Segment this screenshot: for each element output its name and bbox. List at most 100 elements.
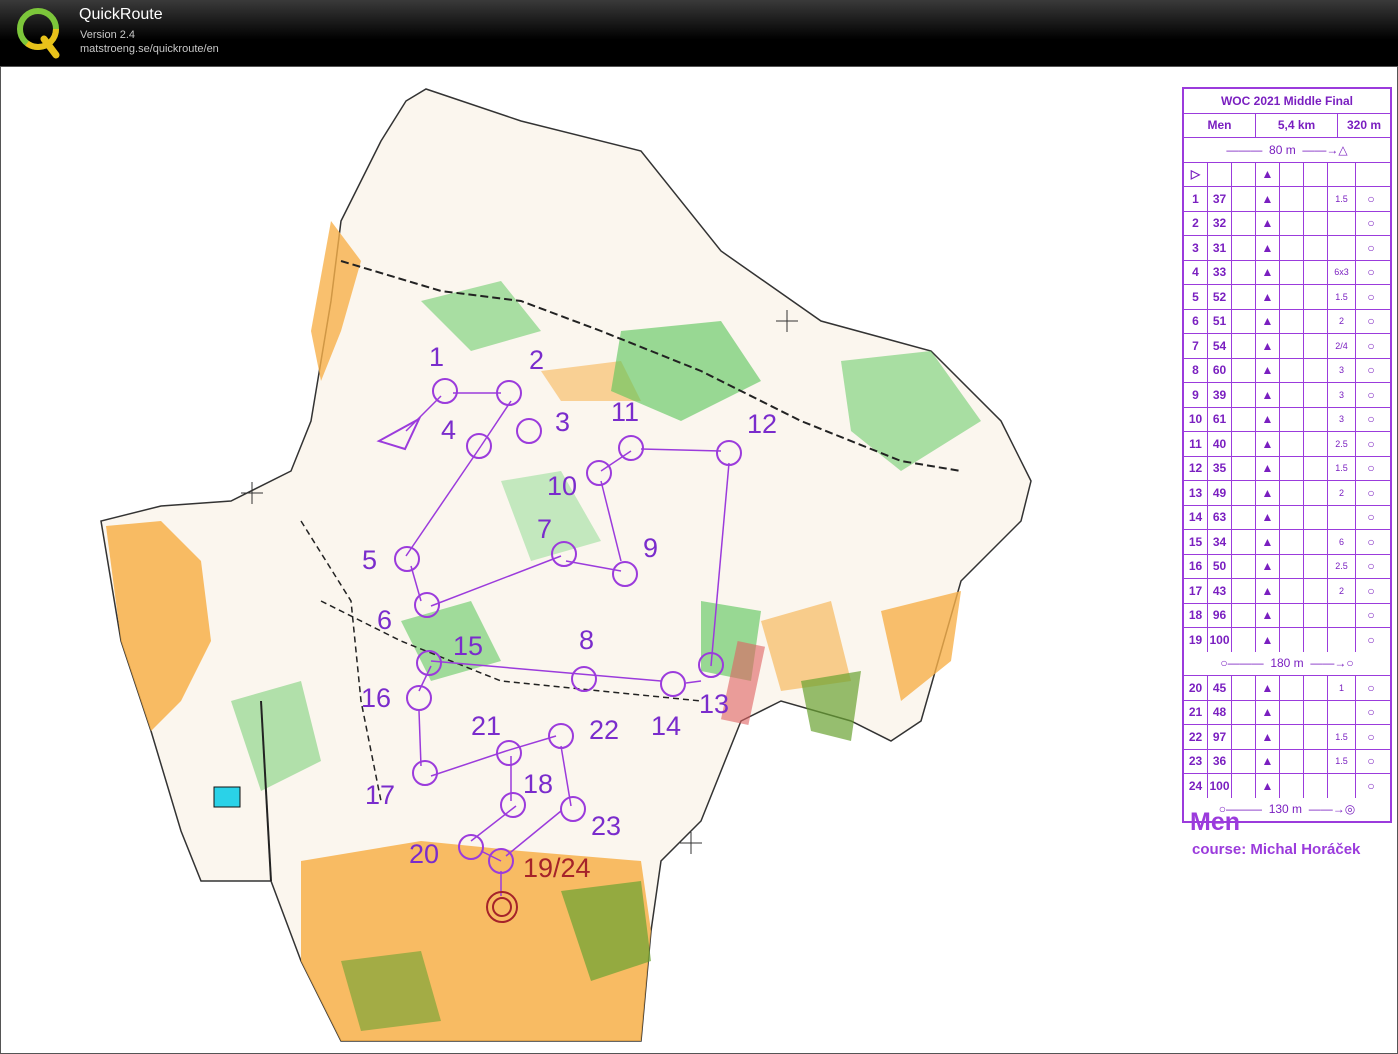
- location-icon: ○: [1367, 314, 1375, 329]
- location-icon: ○: [1367, 510, 1375, 525]
- feature-icon: ▲: [1256, 725, 1280, 749]
- control-number: 20: [409, 839, 439, 869]
- dimension: 1.5: [1328, 285, 1356, 309]
- direction-icon: [1232, 700, 1256, 724]
- location-icon: ○: [1367, 461, 1375, 476]
- direction-icon: [1232, 628, 1256, 652]
- appearance-icon: [1280, 554, 1304, 578]
- direction-icon: [1232, 383, 1256, 407]
- appearance-icon: [1280, 725, 1304, 749]
- control-row: 17 43 ▲ 2 ○: [1184, 579, 1390, 604]
- control-row: 21 48 ▲ ○: [1184, 700, 1390, 725]
- pond: [213, 786, 241, 808]
- feature-icon: ▲: [1256, 676, 1280, 700]
- circle-dash-icon: ○———: [1220, 656, 1271, 671]
- control-seq: 10: [1184, 407, 1208, 431]
- course-length: 5,4 km: [1256, 113, 1338, 137]
- feature-icon: ▲: [1256, 236, 1280, 260]
- course-setter: course: Michal Horáček: [1192, 841, 1361, 858]
- control-code: 52: [1208, 285, 1232, 309]
- feature-icon: ▲: [1256, 432, 1280, 456]
- dimension: [1328, 700, 1356, 724]
- knoll-icon: ▲: [1256, 162, 1280, 186]
- appearance-icon: [1280, 628, 1304, 652]
- dimension: [1304, 676, 1328, 700]
- feature-icon: ▲: [1256, 334, 1280, 358]
- appearance-icon: [1280, 456, 1304, 480]
- direction-icon: [1232, 456, 1256, 480]
- direction-icon: [1232, 579, 1256, 603]
- control-number: 8: [579, 625, 594, 655]
- control-code: 33: [1208, 260, 1232, 284]
- course-title: Men: [1190, 808, 1240, 836]
- control-description-sheet: WOC 2021 Middle Final Men 5,4 km 320 m —…: [1182, 87, 1392, 823]
- dimension: [1304, 725, 1328, 749]
- dimension: [1328, 236, 1356, 260]
- location-icon: ○: [1367, 632, 1375, 647]
- location-icon: ○: [1367, 240, 1375, 255]
- direction-icon: [1232, 725, 1256, 749]
- control-row: 22 97 ▲ 1.5 ○: [1184, 725, 1390, 750]
- feature-icon: ▲: [1256, 187, 1280, 211]
- appearance-icon: [1280, 505, 1304, 529]
- dimension: [1304, 749, 1328, 773]
- control-code: 43: [1208, 579, 1232, 603]
- control-row: 2 32 ▲ ○: [1184, 211, 1390, 236]
- control-number: 18: [523, 769, 553, 799]
- dimension: 1: [1328, 676, 1356, 700]
- control-number: 21: [471, 711, 501, 741]
- control-code: 54: [1208, 334, 1232, 358]
- control-number: 23: [591, 811, 621, 841]
- appearance-icon: [1280, 579, 1304, 603]
- control-seq: 13: [1184, 481, 1208, 505]
- control-number: 15: [453, 631, 483, 661]
- dimension: [1304, 211, 1328, 235]
- direction-icon: [1232, 481, 1256, 505]
- control-seq: 18: [1184, 603, 1208, 627]
- feature-icon: ▲: [1256, 211, 1280, 235]
- control-code: 34: [1208, 530, 1232, 554]
- location-icon: ○: [1367, 705, 1375, 720]
- arrow-circle-icon: ——→○: [1303, 656, 1354, 671]
- feature-icon: ▲: [1256, 554, 1280, 578]
- control-code: 61: [1208, 407, 1232, 431]
- location-icon: ○: [1367, 729, 1375, 744]
- location-icon: ○: [1367, 680, 1375, 695]
- dimension: [1304, 530, 1328, 554]
- control-number: 17: [365, 780, 395, 810]
- control-number: 7: [537, 514, 552, 544]
- dimension: 6: [1328, 530, 1356, 554]
- location-icon: ○: [1367, 436, 1375, 451]
- control-seq: 23: [1184, 749, 1208, 773]
- control-number: 6: [377, 605, 392, 635]
- control-row: 12 35 ▲ 1.5 ○: [1184, 456, 1390, 481]
- feature-icon: ▲: [1256, 456, 1280, 480]
- location-icon: ○: [1367, 363, 1375, 378]
- feature-icon: ▲: [1256, 749, 1280, 773]
- control-code: 96: [1208, 603, 1232, 627]
- control-row: 6 51 ▲ 2 ○: [1184, 309, 1390, 334]
- dimension: [1304, 700, 1328, 724]
- desc-class-row: Men 5,4 km 320 m: [1184, 113, 1390, 138]
- control-row: 1 37 ▲ 1.5 ○: [1184, 187, 1390, 212]
- feature-icon: ▲: [1256, 309, 1280, 333]
- control-code: 36: [1208, 749, 1232, 773]
- app-url[interactable]: matstroeng.se/quickroute/en: [80, 43, 219, 55]
- feature-icon: ▲: [1256, 407, 1280, 431]
- control-seq: 15: [1184, 530, 1208, 554]
- control-row: 23 36 ▲ 1.5 ○: [1184, 749, 1390, 774]
- direction-icon: [1232, 432, 1256, 456]
- control-number: 11: [611, 397, 639, 427]
- dimension: [1304, 774, 1328, 798]
- feature-icon: ▲: [1256, 383, 1280, 407]
- app-version: Version 2.4: [80, 29, 136, 41]
- control-number: 16: [361, 683, 391, 713]
- direction-icon: [1232, 407, 1256, 431]
- vegetation: [801, 671, 861, 741]
- start-leg-distance: 80 m: [1269, 142, 1296, 157]
- control-row: 11 40 ▲ 2.5 ○: [1184, 432, 1390, 457]
- control-code: 39: [1208, 383, 1232, 407]
- control-row: 20 45 ▲ 1 ○: [1184, 676, 1390, 701]
- start-triangle-icon: ▷: [1184, 162, 1208, 186]
- dimension: [1304, 334, 1328, 358]
